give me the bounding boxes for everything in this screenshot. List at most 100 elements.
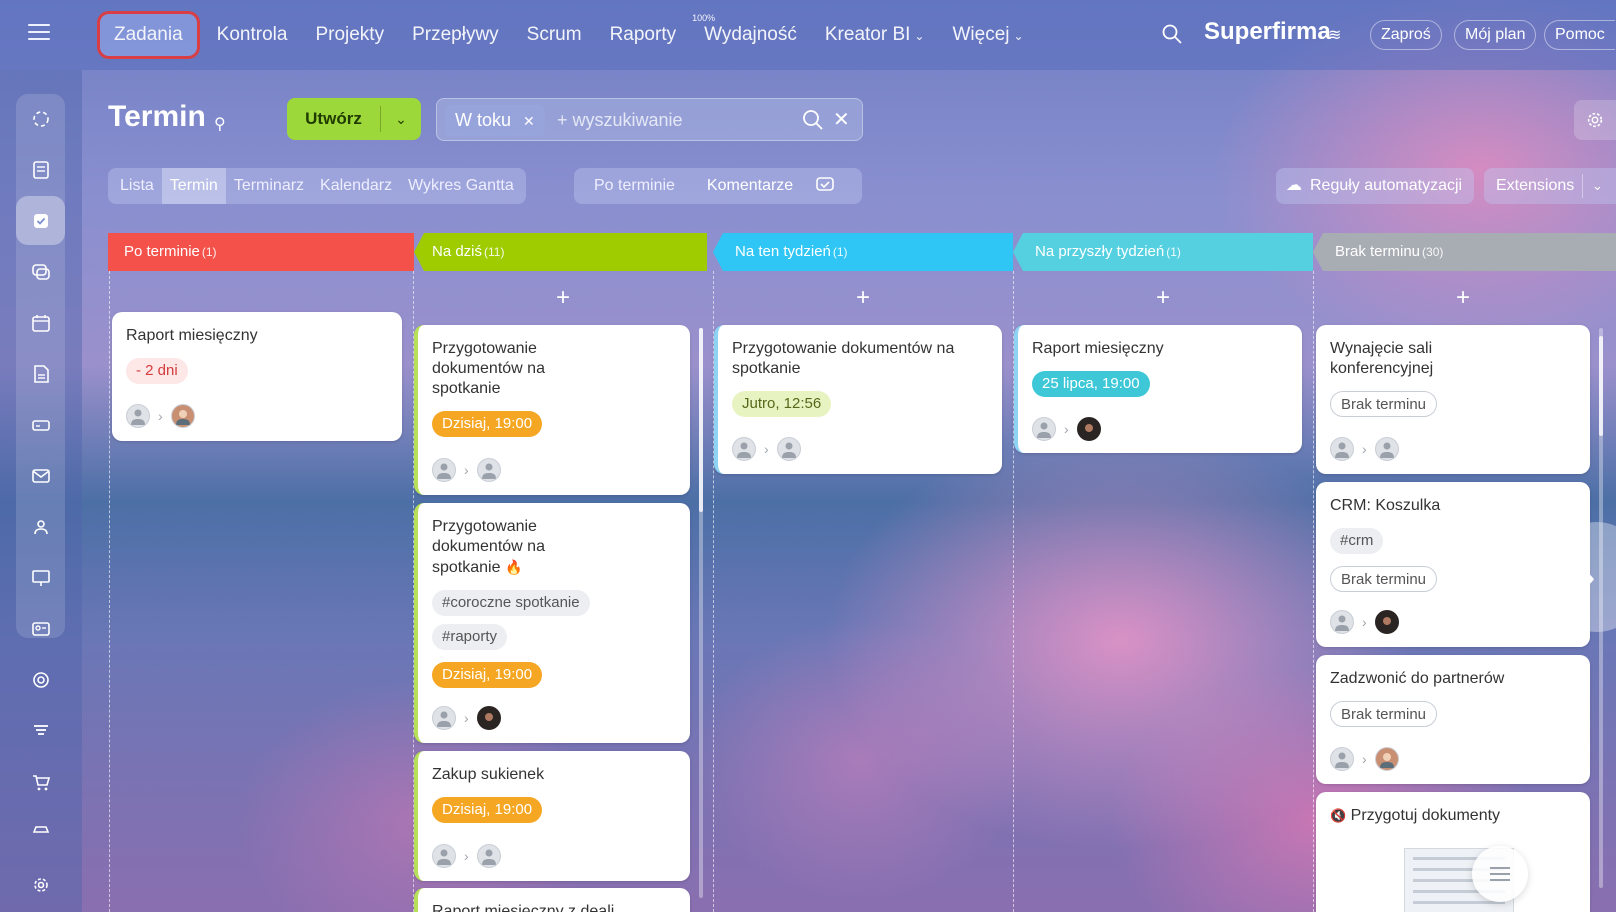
avatar[interactable] [432,844,456,868]
sidebar-funnel-icon[interactable] [16,706,65,755]
nav-item-projekty[interactable]: Projekty [301,14,398,56]
deadline-badge[interactable]: Dzisiaj, 19:00 [432,662,543,688]
task-card[interactable]: Raport miesięczny 25 lipca, 19:00 › [1014,325,1302,453]
task-card[interactable]: Przygotowanie dokumentów na spotkanie Ju… [714,325,1002,474]
tab-lista[interactable]: Lista [112,168,162,204]
tab-termin[interactable]: Termin [161,168,226,204]
close-icon[interactable]: ✕ [523,113,535,129]
avatar[interactable] [476,706,501,730]
sidebar-drive-icon[interactable] [16,400,65,449]
task-card[interactable]: Raport miesięczny - 2 dni › [112,312,402,441]
sidebar-tasks-icon[interactable] [16,196,65,245]
filter-overdue[interactable]: Po terminie [574,177,689,195]
deadline-badge[interactable]: Brak terminu [1330,701,1438,727]
scrollbar-thumb[interactable] [1599,336,1603,436]
sidebar-team-icon[interactable] [16,502,65,551]
avatar[interactable] [476,458,501,482]
menu-icon[interactable] [28,24,50,42]
add-task-button[interactable]: + [1148,284,1178,312]
column-header-next-week[interactable]: Na przyszły tydzień (1) [1013,233,1313,271]
nav-item-wydajnosc[interactable]: 100% Wydajność [690,13,811,56]
chevron-down-icon[interactable]: ⌄ [1592,168,1603,204]
task-card[interactable]: 🔇 Przygotuj dokumenty [1316,792,1590,912]
avatar[interactable] [732,437,756,461]
add-task-button[interactable]: + [848,284,878,312]
company-name[interactable]: Superfirma [1204,18,1331,46]
avatar[interactable] [126,404,150,428]
avatar[interactable] [1330,747,1354,771]
nav-item-wiecej[interactable]: Więcej ⌄ [938,14,1037,56]
nav-item-raporty[interactable]: Raporty [596,14,691,56]
scroll-right-button[interactable]: › [1552,522,1616,632]
column-header-this-week[interactable]: Na ten tydzień (1) [713,233,1013,271]
tab-kalendarz[interactable]: Kalendarz [312,168,400,204]
deadline-badge[interactable]: Dzisiaj, 19:00 [432,797,543,823]
avatar[interactable] [432,706,456,730]
search-icon[interactable] [802,109,824,131]
pin-icon[interactable]: ⚲ [214,114,226,134]
column-header-overdue[interactable]: Po terminie (1) [108,233,414,271]
settings-sliders-icon[interactable]: ≋ [1328,25,1341,45]
avatar[interactable] [432,458,456,482]
task-card[interactable]: Przygotowanie dokumentów na spotkanie Dz… [414,325,690,495]
filter-comments[interactable]: Komentarze [689,177,807,195]
search-input[interactable] [557,107,787,134]
task-card[interactable]: Przygotowanie dokumentów na spotkanie 🔥 … [414,503,690,743]
deadline-badge[interactable]: 25 lipca, 19:00 [1032,371,1150,397]
deadline-badge[interactable]: Dzisiaj, 19:00 [432,411,543,437]
sidebar-store-icon[interactable] [16,808,65,857]
tag[interactable]: #raporty [432,624,508,650]
tab-terminarz[interactable]: Terminarz [226,168,312,204]
my-plan-button[interactable]: Mój plan [1454,20,1537,50]
filter-chip[interactable]: W toku ✕ [445,105,545,136]
sidebar-calendar-icon[interactable] [16,298,65,347]
chevron-down-icon[interactable]: ⌄ [381,111,421,128]
create-button[interactable]: Utwórz ⌄ [287,98,421,140]
avatar[interactable] [170,404,195,428]
nav-item-kreator-bi[interactable]: Kreator BI ⌄ [811,14,939,56]
avatar[interactable] [1076,417,1101,441]
search-icon[interactable] [1162,24,1182,44]
sidebar-documents-icon[interactable] [16,349,65,398]
avatar[interactable] [776,437,801,461]
sidebar-mail-icon[interactable] [16,451,65,500]
task-card[interactable]: Zakup sukienek Dzisiaj, 19:00 › [414,751,690,881]
sidebar-settings-icon[interactable] [16,860,65,909]
avatar[interactable] [476,844,501,868]
column-header-no-deadline[interactable]: Brak terminu (30) [1313,233,1616,271]
nav-item-zadania[interactable]: Zadania [100,14,197,56]
deadline-badge[interactable]: Jutro, 12:56 [732,391,832,417]
sidebar-goals-icon[interactable] [16,655,65,704]
comments-icon[interactable] [815,176,837,196]
view-settings-button[interactable] [1574,100,1616,140]
avatar[interactable] [1330,437,1354,461]
invite-button[interactable]: Zaproś [1370,20,1442,50]
deadline-badge[interactable]: Brak terminu [1330,391,1438,417]
add-task-button[interactable]: + [1448,284,1478,312]
scrollbar-thumb[interactable] [699,328,703,512]
sidebar-activity-icon[interactable] [16,94,65,143]
sidebar-board-icon[interactable] [16,553,65,602]
task-card[interactable]: Raport miesięczny z deali [414,888,690,912]
tab-wykres-gantta[interactable]: Wykres Gantta [400,168,522,204]
avatar[interactable] [1032,417,1056,441]
nav-item-przeplywy[interactable]: Przepływy [398,14,513,56]
task-card[interactable]: Zadzwonić do partnerów Brak terminu › [1316,655,1590,784]
add-task-button[interactable]: + [548,284,578,312]
deadline-badge[interactable]: Brak terminu [1330,566,1438,592]
sidebar-cart-icon[interactable] [16,757,65,806]
tag[interactable]: #coroczne spotkanie [432,590,590,616]
help-button[interactable]: Pomoc [1544,20,1615,50]
avatar[interactable] [1374,437,1399,461]
task-card[interactable]: Wynajęcie sali konferencyjnej Brak termi… [1316,325,1590,474]
search-filter-box[interactable]: W toku ✕ ✕ [436,98,863,141]
deadline-badge[interactable]: - 2 dni [126,358,188,384]
nav-item-kontrola[interactable]: Kontrola [203,14,302,56]
clear-search-icon[interactable]: ✕ [833,107,850,132]
quick-menu-button[interactable] [1472,846,1528,902]
nav-item-scrum[interactable]: Scrum [513,14,596,56]
avatar[interactable] [1374,610,1399,634]
task-card[interactable]: CRM: Koszulka #crm Brak terminu › [1316,482,1590,647]
automation-rules-button[interactable]: ☁ Reguły automatyzacji [1276,168,1474,204]
avatar[interactable] [1330,610,1354,634]
